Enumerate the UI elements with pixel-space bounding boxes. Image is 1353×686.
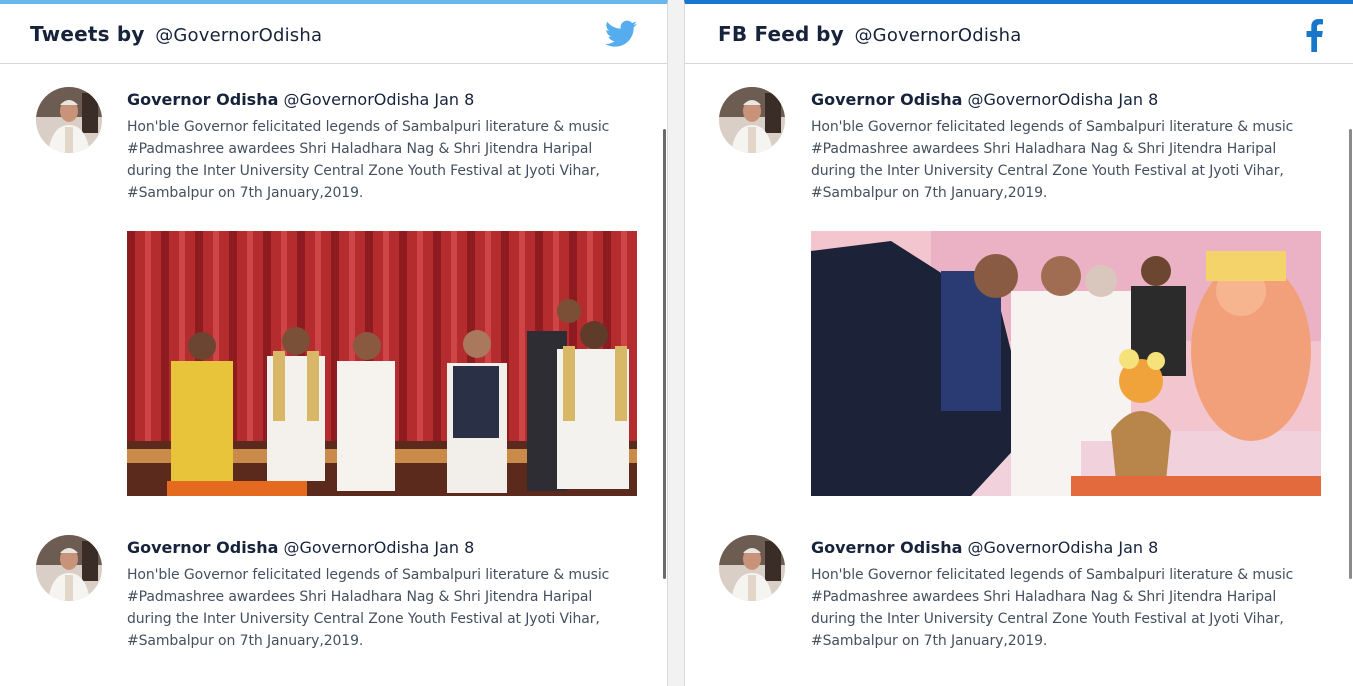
fb-post-text: Hon'ble Governor felicitated legends of …	[811, 567, 1294, 649]
tweet-date[interactable]: Jan 8	[434, 538, 474, 557]
fb-title-by: by	[816, 22, 844, 46]
twitter-feed-panel: Tweets by @GovernorOdisha Governor Odish…	[0, 0, 668, 686]
tweet-content: Governor Odisha @GovernorOdisha Jan 8 Ho…	[127, 538, 627, 652]
fb-post-text: Hon'ble Governor felicitated legends of …	[811, 119, 1294, 201]
tweet-date[interactable]: Jan 8	[434, 90, 474, 109]
twitter-title-handle[interactable]: @GovernorOdisha	[155, 25, 322, 46]
fb-title-handle[interactable]: @GovernorOdisha	[854, 25, 1021, 46]
fb-feed-panel: FB Feed by @GovernorOdisha Governor Odis…	[684, 0, 1353, 686]
fb-post-meta: Governor Odisha @GovernorOdisha Jan 8	[811, 538, 1311, 557]
fb-post-handle[interactable]: @GovernorOdisha	[967, 538, 1113, 557]
twitter-bird-icon[interactable]	[605, 20, 637, 53]
fb-post-image[interactable]	[811, 231, 1321, 496]
fb-post-meta: Governor Odisha @GovernorOdisha Jan 8	[811, 90, 1311, 109]
panel-gutter	[668, 0, 684, 686]
avatar[interactable]	[36, 87, 102, 153]
tweet-handle[interactable]: @GovernorOdisha	[283, 538, 429, 557]
fb-title-label: FB Feed	[718, 22, 810, 46]
fb-post-author[interactable]: Governor Odisha	[811, 538, 962, 557]
facebook-f-icon[interactable]	[1305, 18, 1323, 57]
fb-feed-scrollbar[interactable]	[1349, 129, 1352, 579]
twitter-panel-header: Tweets by @GovernorOdisha	[0, 4, 667, 64]
tweet-text: Hon'ble Governor felicitated legends of …	[127, 567, 610, 649]
twitter-feed-list[interactable]: Governor Odisha @GovernorOdisha Jan 8 Ho…	[0, 64, 667, 686]
fb-feed-list[interactable]: Governor Odisha @GovernorOdisha Jan 8 Ho…	[685, 64, 1353, 686]
fb-post-content: Governor Odisha @GovernorOdisha Jan 8 Ho…	[811, 90, 1311, 204]
avatar[interactable]	[36, 535, 102, 601]
tweet-author[interactable]: Governor Odisha	[127, 538, 278, 557]
fb-post-date[interactable]: Jan 8	[1118, 538, 1158, 557]
tweet-handle[interactable]: @GovernorOdisha	[283, 90, 429, 109]
tweet-meta: Governor Odisha @GovernorOdisha Jan 8	[127, 90, 627, 109]
fb-panel-header: FB Feed by @GovernorOdisha	[685, 4, 1353, 64]
tweet-meta: Governor Odisha @GovernorOdisha Jan 8	[127, 538, 627, 557]
avatar[interactable]	[719, 87, 785, 153]
fb-post-content: Governor Odisha @GovernorOdisha Jan 8 Ho…	[811, 538, 1311, 652]
fb-panel-title: FB Feed by @GovernorOdisha	[718, 22, 1021, 46]
avatar[interactable]	[719, 535, 785, 601]
tweet-content: Governor Odisha @GovernorOdisha Jan 8 Ho…	[127, 90, 627, 204]
tweet-author[interactable]: Governor Odisha	[127, 90, 278, 109]
tweet-text: Hon'ble Governor felicitated legends of …	[127, 119, 610, 201]
twitter-panel-title: Tweets by @GovernorOdisha	[30, 22, 322, 46]
fb-post-date[interactable]: Jan 8	[1118, 90, 1158, 109]
fb-post-handle[interactable]: @GovernorOdisha	[967, 90, 1113, 109]
fb-post-author[interactable]: Governor Odisha	[811, 90, 962, 109]
tweet-image[interactable]	[127, 231, 637, 496]
twitter-title-label: Tweets by	[30, 22, 145, 46]
twitter-feed-scrollbar[interactable]	[663, 129, 666, 579]
